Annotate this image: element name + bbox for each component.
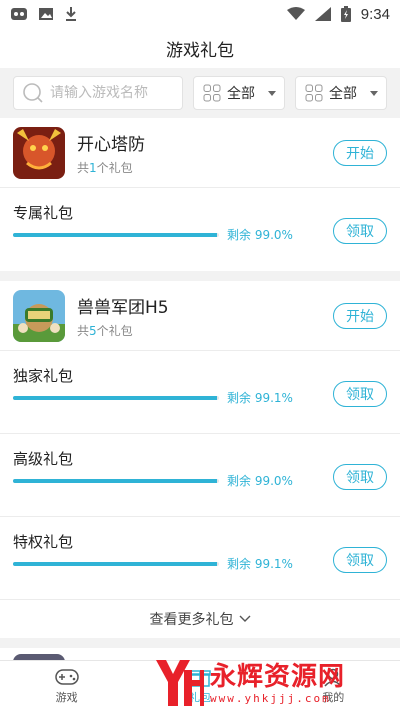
gift-count: 共5个礼包: [77, 323, 133, 338]
claim-gift-button[interactable]: 领取: [333, 381, 387, 407]
filter-select-1[interactable]: 全部: [193, 76, 285, 110]
tab-mine-label: 我的: [322, 691, 345, 704]
claim-gift-button[interactable]: 领取: [333, 218, 387, 244]
gift-progress-bar: [13, 479, 219, 483]
signal-icon: [314, 7, 331, 21]
game-name: 兽兽军团H5: [77, 297, 169, 318]
gift-progress-fill: [13, 396, 218, 400]
tab-gifts[interactable]: 礼包: [133, 661, 266, 711]
claim-gift-button[interactable]: 领取: [333, 464, 387, 490]
gift-row: 高级礼包 剩余 99.0% 领取: [0, 434, 400, 517]
gift-row: 特权礼包 剩余 99.1% 领取: [0, 517, 400, 600]
tab-games[interactable]: 游戏: [0, 661, 133, 711]
grid-icon: [305, 84, 323, 102]
claim-gift-button[interactable]: 领取: [333, 547, 387, 573]
gift-progress-fill: [13, 562, 218, 566]
gift-name: 独家礼包: [13, 367, 74, 385]
status-indicators: 9:34: [286, 5, 390, 23]
page-title-bar: 游戏礼包: [0, 28, 400, 68]
view-more-gifts[interactable]: 查看更多礼包: [0, 600, 400, 638]
tab-games-label: 游戏: [55, 691, 78, 704]
gift-row: 独家礼包 剩余 99.1% 领取: [0, 351, 400, 434]
game-card: 兽兽军团H5 共5个礼包 开始 独家礼包 剩余 99.1% 领取 高级礼包 剩余…: [0, 281, 400, 638]
filter-select-2-value: 全部: [329, 86, 357, 102]
game-icon[interactable]: [13, 289, 65, 342]
gamepad-icon: [54, 669, 79, 685]
caret-down-icon: [268, 90, 276, 96]
filter-bar: 全部 全部: [0, 68, 400, 118]
gift-progress-bar: [13, 396, 219, 400]
start-game-button[interactable]: 开始: [333, 302, 387, 329]
game-header: 开心塔防 共1个礼包 开始: [0, 118, 400, 188]
gift-name: 高级礼包: [13, 450, 74, 468]
gift-remaining: 剩余 99.0%: [227, 474, 293, 488]
start-game-button[interactable]: 开始: [333, 139, 387, 166]
status-bar: 9:34: [0, 0, 400, 28]
gift-name: 专属礼包: [13, 204, 74, 222]
filter-select-2[interactable]: 全部: [295, 76, 387, 110]
game-name: 开心塔防: [77, 134, 145, 155]
game-header: 兽兽军团H5 共5个礼包 开始: [0, 281, 400, 351]
page-title: 游戏礼包: [166, 40, 234, 61]
gift-remaining: 剩余 99.0%: [227, 228, 293, 242]
tab-gifts-label: 礼包: [188, 691, 211, 704]
gift-progress-fill: [13, 479, 217, 483]
status-time: 9:34: [360, 5, 390, 23]
gift-remaining: 剩余 99.1%: [227, 557, 293, 571]
view-more-label: 查看更多礼包: [149, 612, 234, 628]
game-card: 开心塔防 共1个礼包 开始 专属礼包 剩余 99.0% 领取: [0, 118, 400, 271]
chevron-down-icon: [239, 615, 250, 622]
filter-select-1-value: 全部: [227, 86, 255, 102]
gift-count: 共1个礼包: [77, 160, 133, 175]
gift-progress-bar: [13, 233, 219, 237]
battery-icon: [340, 6, 351, 22]
gift-row: 专属礼包 剩余 99.0% 领取: [0, 188, 400, 271]
status-notifications: [10, 6, 78, 22]
image-notification-icon: [39, 8, 53, 20]
gift-name: 特权礼包: [13, 533, 74, 551]
grid-icon: [203, 84, 221, 102]
user-icon: [324, 668, 342, 687]
download-notification-icon: [66, 7, 76, 21]
gift-icon: [189, 670, 211, 687]
game-icon[interactable]: [13, 126, 65, 179]
caret-down-icon: [370, 90, 378, 96]
search-box[interactable]: [13, 76, 183, 110]
bottom-tab-bar: 游戏 礼包 我的: [0, 660, 400, 711]
search-input[interactable]: [50, 85, 174, 101]
gift-remaining: 剩余 99.1%: [227, 391, 293, 405]
app-notification-icon: [11, 8, 27, 20]
wifi-icon: [286, 7, 305, 20]
gift-progress-bar: [13, 562, 219, 566]
tab-mine[interactable]: 我的: [267, 661, 400, 711]
gift-progress-fill: [13, 233, 217, 237]
search-icon: [23, 83, 43, 103]
